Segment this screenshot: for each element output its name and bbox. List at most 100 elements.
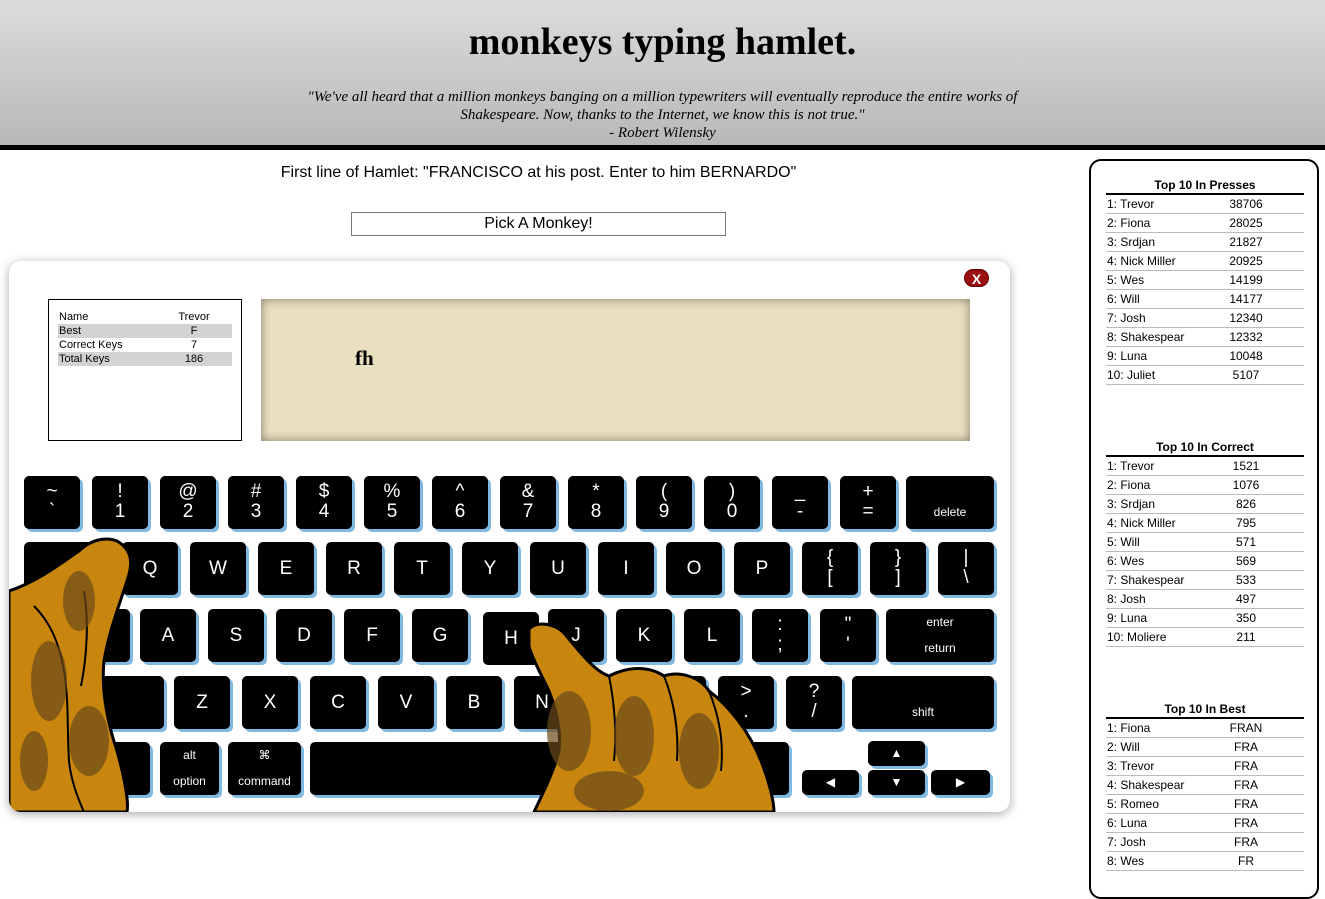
stat-row-total-keys: Total Keys 186 (58, 352, 232, 366)
key-bottom-row-7[interactable]: ▲ (868, 741, 925, 766)
key-home-row-1[interactable]: A (140, 609, 196, 662)
key-top-label: V (399, 692, 413, 713)
key-number-row-13[interactable]: delete (906, 476, 994, 529)
key-home-row-7[interactable]: J (548, 609, 604, 662)
key-top-label: E (279, 558, 293, 579)
key-number-row-7[interactable]: & 7 (500, 476, 556, 529)
leaderboard-1: Top 10 In Correct 1: Trevor 1521 2: Fiona 10… (1106, 437, 1304, 647)
pick-monkey-button[interactable]: Pick A Monkey! (351, 212, 726, 236)
key-bottom-label: 8 (590, 501, 602, 522)
key-qwerty-row-7[interactable]: U (530, 542, 586, 595)
key-shift-row-8[interactable]: <, (650, 676, 706, 729)
stat-value: F (190, 325, 198, 337)
key-shift-row-2[interactable]: X (242, 676, 298, 729)
key-shift-row-3[interactable]: C (310, 676, 366, 729)
key-top-label: A (161, 625, 175, 646)
key-home-row-2[interactable]: S (208, 609, 264, 662)
key-shift-row-9[interactable]: >. (718, 676, 774, 729)
key-bottom-label: ; (777, 634, 783, 655)
key-bottom-label: \ (963, 567, 969, 588)
leaderboard-player-name: 2: Fiona (1107, 478, 1151, 492)
leaderboard-row: 1: Fiona FRAN (1106, 719, 1304, 738)
key-bottom-row-2[interactable]: ⌘ command (228, 742, 301, 795)
key-number-row-3[interactable]: #3 (228, 476, 284, 529)
key-home-row-8[interactable]: K (616, 609, 672, 662)
key-home-row-0[interactable] (24, 609, 130, 662)
key-qwerty-row-8[interactable]: I (598, 542, 654, 595)
key-number-row-10[interactable]: ) 0 (704, 476, 760, 529)
key-bottom-row-4[interactable]: ⌘ command (619, 742, 692, 795)
site-title: monkeys typing hamlet. (468, 21, 857, 63)
key-qwerty-row-0[interactable] (24, 542, 120, 595)
key-bottom-label: return (924, 641, 956, 655)
key-number-row-11[interactable]: _ - (772, 476, 828, 529)
leaderboard-row: 6: Wes 569 (1106, 552, 1304, 571)
key-top-label: N (535, 692, 549, 713)
key-bottom-label: ▲ (890, 746, 903, 760)
key-shift-row-5[interactable]: B (446, 676, 502, 729)
leaderboard-score: 28025 (1229, 216, 1263, 230)
key-qwerty-row-11[interactable]: {[ (802, 542, 858, 595)
leaderboard-row: 2: Fiona 1076 (1106, 476, 1304, 495)
key-qwerty-row-9[interactable]: O (666, 542, 722, 595)
key-home-row-5[interactable]: G (412, 609, 468, 662)
key-bottom-label: / (811, 701, 817, 722)
key-number-row-6[interactable]: ^ 6 (432, 476, 488, 529)
key-home-row-6[interactable]: H (483, 612, 539, 665)
key-home-row-11[interactable]: " ' (820, 609, 876, 662)
key-bottom-row-6[interactable]: ◀ (802, 770, 859, 795)
leaderboard-score: FRA (1234, 835, 1258, 849)
key-shift-row-1[interactable]: Z (174, 676, 230, 729)
key-shift-row-7[interactable]: M (582, 676, 638, 729)
leaderboard-score: FRA (1234, 778, 1258, 792)
key-home-row-4[interactable]: F (344, 609, 400, 662)
key-qwerty-row-1[interactable]: Q (122, 542, 178, 595)
key-number-row-4[interactable]: $4 (296, 476, 352, 529)
leaderboard-score: 10048 (1229, 349, 1263, 363)
key-qwerty-row-4[interactable]: R (326, 542, 382, 595)
key-qwerty-row-6[interactable]: Y (462, 542, 518, 595)
key-number-row-2[interactable]: @2 (160, 476, 216, 529)
key-shift-row-6[interactable]: N (514, 676, 570, 729)
key-top-label: J (571, 625, 581, 646)
key-bottom-row-0[interactable]: control (24, 742, 150, 795)
key-top-label: ? (808, 681, 820, 702)
key-bottom-row-5[interactable]: alt option (701, 742, 789, 795)
key-top-label: Q (142, 558, 158, 579)
key-number-row-1[interactable]: ! 1 (92, 476, 148, 529)
key-bottom-row-9[interactable]: ▶ (931, 770, 990, 795)
key-qwerty-row-12[interactable]: }] (870, 542, 926, 595)
key-qwerty-row-5[interactable]: T (394, 542, 450, 595)
key-home-row-10[interactable]: :; (752, 609, 808, 662)
key-top-label: < (672, 681, 684, 702)
key-number-row-12[interactable]: + = (840, 476, 896, 529)
key-number-row-0[interactable]: ~ ` (24, 476, 80, 529)
key-bottom-label: shift (911, 705, 934, 719)
site-header: monkeys typing hamlet. "We've all heard … (0, 0, 1325, 150)
leaderboard-score: 21827 (1229, 235, 1263, 249)
key-shift-row-0[interactable]: shift (24, 676, 164, 729)
key-shift-row-11[interactable]: shift (852, 676, 994, 729)
leaderboard-row: 3: Srdjan 826 (1106, 495, 1304, 514)
key-top-label: R (347, 558, 361, 579)
key-qwerty-row-13[interactable]: | \ (938, 542, 994, 595)
key-bottom-row-1[interactable]: alt option (160, 742, 219, 795)
leaderboard-player-name: 5: Will (1107, 535, 1140, 549)
leaderboard-row: 1: Trevor 1521 (1106, 457, 1304, 476)
key-qwerty-row-3[interactable]: E (258, 542, 314, 595)
key-home-row-9[interactable]: L (684, 609, 740, 662)
key-qwerty-row-2[interactable]: W (190, 542, 246, 595)
key-bottom-row-8[interactable]: ▼ (868, 770, 925, 795)
leaderboard-row: 7: Josh 12340 (1106, 309, 1304, 328)
key-home-row-3[interactable]: D (276, 609, 332, 662)
key-shift-row-10[interactable]: ? / (786, 676, 842, 729)
key-bottom-row-3[interactable] (310, 742, 610, 795)
close-button[interactable]: X (964, 269, 989, 287)
key-number-row-5[interactable]: % 5 (364, 476, 420, 529)
key-number-row-9[interactable]: (9 (636, 476, 692, 529)
key-shift-row-4[interactable]: V (378, 676, 434, 729)
key-home-row-12[interactable]: enter return (886, 609, 994, 662)
leaderboard-score: 795 (1235, 516, 1257, 530)
key-number-row-8[interactable]: * 8 (568, 476, 624, 529)
key-qwerty-row-10[interactable]: P (734, 542, 790, 595)
